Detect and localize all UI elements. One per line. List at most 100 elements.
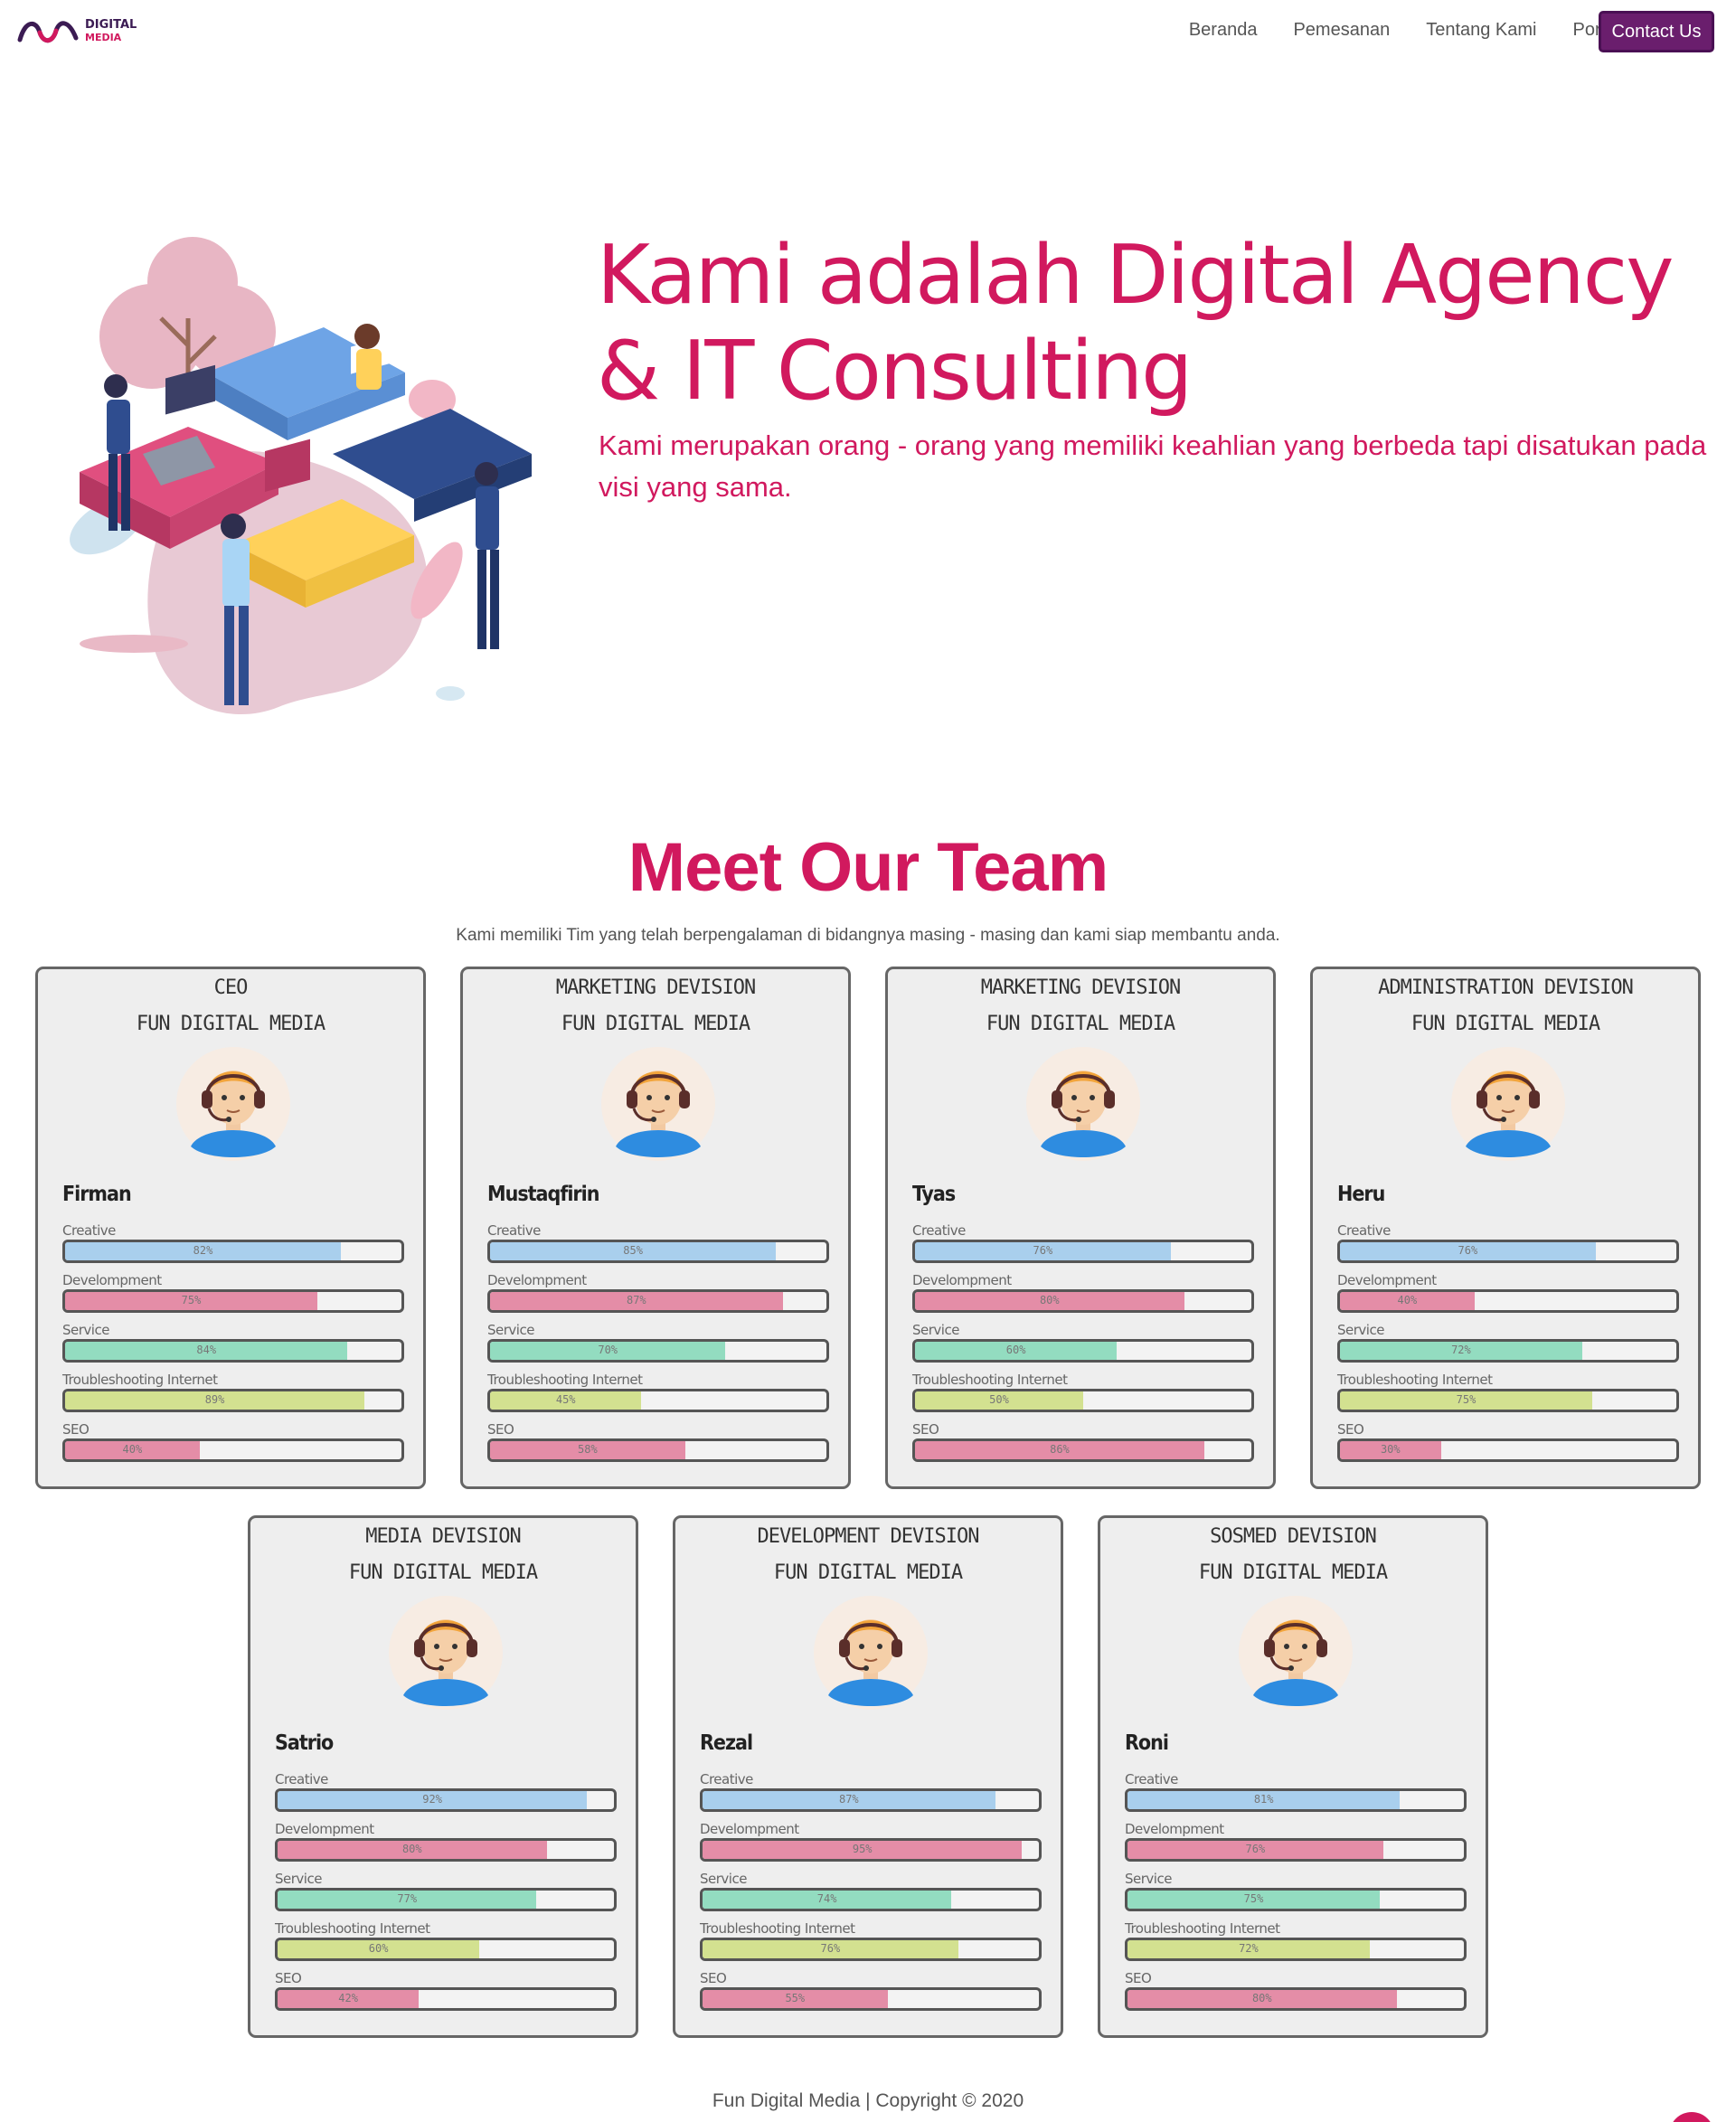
card-company: Fun Digital Media bbox=[561, 1013, 750, 1035]
skill-item: Develompment 76% bbox=[1125, 1821, 1467, 1871]
contact-us-button[interactable]: Contact Us bbox=[1599, 11, 1714, 52]
skill-item: Develompment 87% bbox=[487, 1272, 829, 1322]
skill-item: SEO 86% bbox=[912, 1421, 1254, 1471]
skill-item: Troubleshooting Internet 45% bbox=[487, 1372, 829, 1421]
skill-progress-value: 82% bbox=[193, 1244, 213, 1257]
skill-progress-value: 75% bbox=[1456, 1393, 1477, 1406]
team-card: CEO Fun Digital Media Firman Creative 82%… bbox=[35, 967, 426, 1489]
skill-progress-bar: 74% bbox=[700, 1888, 1042, 1911]
skill-item: Troubleshooting Internet 72% bbox=[1125, 1920, 1467, 1970]
skill-progress-value: 80% bbox=[1251, 1992, 1272, 2004]
skill-progress-value: 81% bbox=[1253, 1793, 1274, 1806]
skill-progress-bar: 80% bbox=[275, 1838, 617, 1862]
skill-list: Creative 85% Develompment 87% Service 70… bbox=[487, 1222, 829, 1471]
skill-progress-bar: 60% bbox=[275, 1938, 617, 1961]
skill-item: Creative 85% bbox=[487, 1222, 829, 1272]
card-member-name: Satrio bbox=[275, 1731, 334, 1755]
skill-item: SEO 42% bbox=[275, 1970, 617, 2020]
skill-progress-bar: 40% bbox=[1337, 1289, 1679, 1313]
scroll-to-top-button[interactable] bbox=[1669, 2112, 1714, 2122]
skill-progress-bar: 42% bbox=[275, 1987, 617, 2011]
skill-progress-bar: 87% bbox=[487, 1289, 829, 1313]
skill-progress-bar: 92% bbox=[275, 1788, 617, 1812]
skill-progress-bar: 75% bbox=[1125, 1888, 1467, 1911]
avatar-headset-icon bbox=[1026, 1047, 1140, 1161]
skill-label: Service bbox=[275, 1871, 322, 1887]
skill-list: Creative 76% Develompment 80% Service 60… bbox=[912, 1222, 1254, 1471]
card-company: Fun Digital Media bbox=[986, 1013, 1175, 1035]
card-company: Fun Digital Media bbox=[348, 1561, 538, 1584]
skill-item: Troubleshooting Internet 75% bbox=[1337, 1372, 1679, 1421]
skill-label: Service bbox=[62, 1322, 109, 1338]
skill-label: Develompment bbox=[1125, 1821, 1224, 1837]
skill-progress-bar: 76% bbox=[700, 1938, 1042, 1961]
skill-progress-value: 70% bbox=[598, 1344, 618, 1356]
skill-progress-bar: 30% bbox=[1337, 1438, 1679, 1462]
skill-progress-bar: 58% bbox=[487, 1438, 829, 1462]
skill-progress-value: 72% bbox=[1451, 1344, 1471, 1356]
skill-progress-value: 58% bbox=[578, 1443, 598, 1456]
avatar-headset-icon bbox=[1239, 1596, 1353, 1710]
skill-item: Creative 87% bbox=[700, 1771, 1042, 1821]
footer-copyright: Fun Digital Media | Copyright © 2020 bbox=[712, 2090, 1024, 2111]
skill-item: Creative 82% bbox=[62, 1222, 404, 1272]
team-card: Sosmed Devision Fun Digital Media Roni Cr… bbox=[1098, 1515, 1488, 2038]
avatar-headset-icon bbox=[601, 1047, 715, 1161]
skill-item: Develompment 75% bbox=[62, 1272, 404, 1322]
skill-item: Develompment 80% bbox=[912, 1272, 1254, 1322]
skill-item: Service 75% bbox=[1125, 1871, 1467, 1920]
skill-label: Troubleshooting Internet bbox=[1125, 1920, 1280, 1937]
hero-subtitle: Kami merupakan orang - orang yang memili… bbox=[599, 429, 1707, 503]
card-member-name: Heru bbox=[1337, 1183, 1385, 1206]
skill-label: Troubleshooting Internet bbox=[1337, 1372, 1493, 1388]
skill-label: Develompment bbox=[62, 1272, 162, 1288]
skill-progress-value: 30% bbox=[1380, 1443, 1401, 1456]
team-card: Development Devision Fun Digital Media Re… bbox=[673, 1515, 1063, 2038]
skill-label: Service bbox=[700, 1871, 747, 1887]
skill-progress-bar: 72% bbox=[1125, 1938, 1467, 1961]
skill-label: Develompment bbox=[275, 1821, 374, 1837]
brand-line2: MEDIA bbox=[85, 32, 122, 43]
skill-item: SEO 80% bbox=[1125, 1970, 1467, 2020]
skill-progress-bar: 87% bbox=[700, 1788, 1042, 1812]
skill-progress-bar: 77% bbox=[275, 1888, 617, 1911]
card-role: Administration Devision bbox=[1378, 976, 1634, 999]
skill-label: Service bbox=[1125, 1871, 1172, 1887]
skill-progress-value: 80% bbox=[401, 1843, 422, 1855]
skill-label: Creative bbox=[912, 1222, 966, 1239]
skill-label: Troubleshooting Internet bbox=[912, 1372, 1068, 1388]
skill-item: Develompment 80% bbox=[275, 1821, 617, 1871]
skill-progress-value: 76% bbox=[820, 1942, 841, 1955]
brand-logo[interactable]: DIGITAL MEDIA bbox=[16, 16, 137, 47]
nav-link-tentang-kami[interactable]: Tentang Kami bbox=[1426, 20, 1536, 41]
skill-label: Creative bbox=[275, 1771, 328, 1787]
skill-progress-value: 92% bbox=[422, 1793, 442, 1806]
skill-progress-bar: 76% bbox=[1125, 1838, 1467, 1862]
skill-item: SEO 55% bbox=[700, 1970, 1042, 2020]
skill-item: Creative 76% bbox=[912, 1222, 1254, 1272]
skill-label: Creative bbox=[700, 1771, 753, 1787]
skill-progress-value: 75% bbox=[181, 1294, 202, 1306]
skill-item: Troubleshooting Internet 60% bbox=[275, 1920, 617, 1970]
skill-item: Service 74% bbox=[700, 1871, 1042, 1920]
skill-item: SEO 40% bbox=[62, 1421, 404, 1471]
nav-link-beranda[interactable]: Beranda bbox=[1189, 20, 1258, 41]
skill-progress-value: 95% bbox=[852, 1843, 873, 1855]
skill-progress-bar: 86% bbox=[912, 1438, 1254, 1462]
skill-progress-bar: 55% bbox=[700, 1987, 1042, 2011]
skill-progress-bar: 75% bbox=[1337, 1389, 1679, 1412]
skill-item: Creative 76% bbox=[1337, 1222, 1679, 1272]
skill-progress-value: 75% bbox=[1243, 1892, 1264, 1905]
skill-progress-value: 45% bbox=[555, 1393, 576, 1406]
skill-progress-value: 72% bbox=[1239, 1942, 1259, 1955]
skill-progress-bar: 76% bbox=[912, 1240, 1254, 1263]
brand-line1: DIGITAL bbox=[85, 18, 137, 32]
card-role: Media Devision bbox=[365, 1525, 521, 1548]
skill-progress-value: 87% bbox=[838, 1793, 859, 1806]
card-role: Sosmed Devision bbox=[1210, 1525, 1377, 1548]
skill-progress-bar: 76% bbox=[1337, 1240, 1679, 1263]
nav-link-pemesanan[interactable]: Pemesanan bbox=[1293, 20, 1390, 41]
skill-progress-bar: 85% bbox=[487, 1240, 829, 1263]
skill-item: Creative 92% bbox=[275, 1771, 617, 1821]
skill-progress-value: 60% bbox=[368, 1942, 389, 1955]
